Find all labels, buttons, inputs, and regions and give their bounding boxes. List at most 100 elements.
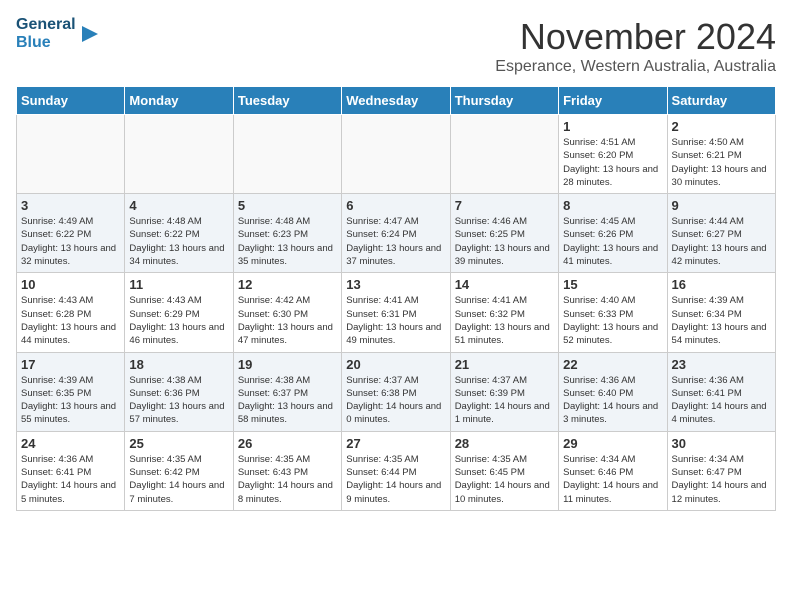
day-info: Sunrise: 4:34 AM Sunset: 6:46 PM Dayligh… [563,453,662,506]
title-block: November 2024 Esperance, Western Austral… [495,16,776,76]
day-number: 28 [455,436,554,451]
table-row: 19Sunrise: 4:38 AM Sunset: 6:37 PM Dayli… [233,352,341,431]
table-row: 17Sunrise: 4:39 AM Sunset: 6:35 PM Dayli… [17,352,125,431]
logo-arrow-icon [78,22,102,46]
col-thursday: Thursday [450,87,558,115]
table-row: 12Sunrise: 4:42 AM Sunset: 6:30 PM Dayli… [233,273,341,352]
day-info: Sunrise: 4:36 AM Sunset: 6:40 PM Dayligh… [563,374,662,427]
table-row: 18Sunrise: 4:38 AM Sunset: 6:36 PM Dayli… [125,352,233,431]
day-number: 14 [455,277,554,292]
col-tuesday: Tuesday [233,87,341,115]
table-row: 3Sunrise: 4:49 AM Sunset: 6:22 PM Daylig… [17,194,125,273]
day-info: Sunrise: 4:34 AM Sunset: 6:47 PM Dayligh… [672,453,771,506]
day-number: 15 [563,277,662,292]
col-monday: Monday [125,87,233,115]
table-row: 5 Sunrise: 4:48 AM Sunset: 6:23 PM Daylig… [233,194,341,273]
day-number: 26 [238,436,337,451]
day-number: 20 [346,357,445,372]
day-number: 11 [129,277,228,292]
table-row: 27 Sunrise: 4:35 AM Sunset: 6:44 PM Dayli… [342,431,450,510]
day-number: 23 [672,357,771,372]
day-number: 4 [129,198,228,213]
day-info: Sunrise: 4:51 AM Sunset: 6:20 PM Dayligh… [563,136,662,189]
week-row-2: 3Sunrise: 4:49 AM Sunset: 6:22 PM Daylig… [17,194,776,273]
col-saturday: Saturday [667,87,775,115]
day-number: 16 [672,277,771,292]
day-info: Sunrise: 4:40 AM Sunset: 6:33 PM Dayligh… [563,294,662,347]
day-number: 22 [563,357,662,372]
day-info: Sunrise: 4:50 AM Sunset: 6:21 PM Dayligh… [672,136,771,189]
week-row-4: 17Sunrise: 4:39 AM Sunset: 6:35 PM Dayli… [17,352,776,431]
day-info: Sunrise: 4:43 AM Sunset: 6:29 PM Dayligh… [129,294,228,347]
table-row: 1 Sunrise: 4:51 AM Sunset: 6:20 PM Daylig… [559,115,667,194]
day-number: 24 [21,436,120,451]
table-row: 9 Sunrise: 4:44 AM Sunset: 6:27 PM Daylig… [667,194,775,273]
table-row: 15 Sunrise: 4:40 AM Sunset: 6:33 PM Dayli… [559,273,667,352]
logo: General Blue [16,16,102,51]
table-row: 7 Sunrise: 4:46 AM Sunset: 6:25 PM Daylig… [450,194,558,273]
page-title: November 2024 [495,16,776,58]
table-row [233,115,341,194]
table-row [450,115,558,194]
day-number: 27 [346,436,445,451]
table-row [17,115,125,194]
day-number: 8 [563,198,662,213]
day-info: Sunrise: 4:35 AM Sunset: 6:45 PM Dayligh… [455,453,554,506]
day-info: Sunrise: 4:36 AM Sunset: 6:41 PM Dayligh… [21,453,120,506]
day-info: Sunrise: 4:48 AM Sunset: 6:22 PM Dayligh… [129,215,228,268]
day-info: Sunrise: 4:41 AM Sunset: 6:31 PM Dayligh… [346,294,445,347]
day-number: 1 [563,119,662,134]
day-number: 7 [455,198,554,213]
table-row: 10 Sunrise: 4:43 AM Sunset: 6:28 PM Dayli… [17,273,125,352]
week-row-1: 1 Sunrise: 4:51 AM Sunset: 6:20 PM Daylig… [17,115,776,194]
table-row: 16 Sunrise: 4:39 AM Sunset: 6:34 PM Dayli… [667,273,775,352]
day-number: 13 [346,277,445,292]
day-number: 5 [238,198,337,213]
table-row: 4 Sunrise: 4:48 AM Sunset: 6:22 PM Daylig… [125,194,233,273]
table-row: 26 Sunrise: 4:35 AM Sunset: 6:43 PM Dayli… [233,431,341,510]
day-info: Sunrise: 4:43 AM Sunset: 6:28 PM Dayligh… [21,294,120,347]
calendar-header: Sunday Monday Tuesday Wednesday Thursday… [17,87,776,115]
day-info: Sunrise: 4:35 AM Sunset: 6:43 PM Dayligh… [238,453,337,506]
calendar-table: Sunday Monday Tuesday Wednesday Thursday… [16,86,776,511]
day-number: 9 [672,198,771,213]
table-row: 14Sunrise: 4:41 AM Sunset: 6:32 PM Dayli… [450,273,558,352]
day-number: 25 [129,436,228,451]
table-row: 24 Sunrise: 4:36 AM Sunset: 6:41 PM Dayli… [17,431,125,510]
table-row: 22 Sunrise: 4:36 AM Sunset: 6:40 PM Dayli… [559,352,667,431]
table-row [125,115,233,194]
page-header: General Blue November 2024 Esperance, We… [16,16,776,76]
calendar-body: 1 Sunrise: 4:51 AM Sunset: 6:20 PM Daylig… [17,115,776,511]
table-row: 23 Sunrise: 4:36 AM Sunset: 6:41 PM Dayli… [667,352,775,431]
col-sunday: Sunday [17,87,125,115]
table-row: 25Sunrise: 4:35 AM Sunset: 6:42 PM Dayli… [125,431,233,510]
logo-general: General [16,16,76,34]
table-row: 30Sunrise: 4:34 AM Sunset: 6:47 PM Dayli… [667,431,775,510]
day-info: Sunrise: 4:36 AM Sunset: 6:41 PM Dayligh… [672,374,771,427]
day-info: Sunrise: 4:45 AM Sunset: 6:26 PM Dayligh… [563,215,662,268]
logo-blue: Blue [16,34,76,52]
week-row-3: 10 Sunrise: 4:43 AM Sunset: 6:28 PM Dayli… [17,273,776,352]
table-row: 11 Sunrise: 4:43 AM Sunset: 6:29 PM Dayli… [125,273,233,352]
day-info: Sunrise: 4:35 AM Sunset: 6:44 PM Dayligh… [346,453,445,506]
table-row: 2 Sunrise: 4:50 AM Sunset: 6:21 PM Daylig… [667,115,775,194]
day-info: Sunrise: 4:48 AM Sunset: 6:23 PM Dayligh… [238,215,337,268]
day-number: 29 [563,436,662,451]
day-info: Sunrise: 4:49 AM Sunset: 6:22 PM Dayligh… [21,215,120,268]
day-info: Sunrise: 4:47 AM Sunset: 6:24 PM Dayligh… [346,215,445,268]
day-number: 21 [455,357,554,372]
day-info: Sunrise: 4:44 AM Sunset: 6:27 PM Dayligh… [672,215,771,268]
day-number: 12 [238,277,337,292]
day-info: Sunrise: 4:37 AM Sunset: 6:39 PM Dayligh… [455,374,554,427]
day-number: 6 [346,198,445,213]
day-number: 10 [21,277,120,292]
table-row: 28 Sunrise: 4:35 AM Sunset: 6:45 PM Dayli… [450,431,558,510]
col-wednesday: Wednesday [342,87,450,115]
table-row: 21 Sunrise: 4:37 AM Sunset: 6:39 PM Dayli… [450,352,558,431]
day-number: 2 [672,119,771,134]
day-info: Sunrise: 4:39 AM Sunset: 6:34 PM Dayligh… [672,294,771,347]
table-row: 13 Sunrise: 4:41 AM Sunset: 6:31 PM Dayli… [342,273,450,352]
day-number: 17 [21,357,120,372]
day-info: Sunrise: 4:46 AM Sunset: 6:25 PM Dayligh… [455,215,554,268]
day-info: Sunrise: 4:37 AM Sunset: 6:38 PM Dayligh… [346,374,445,427]
